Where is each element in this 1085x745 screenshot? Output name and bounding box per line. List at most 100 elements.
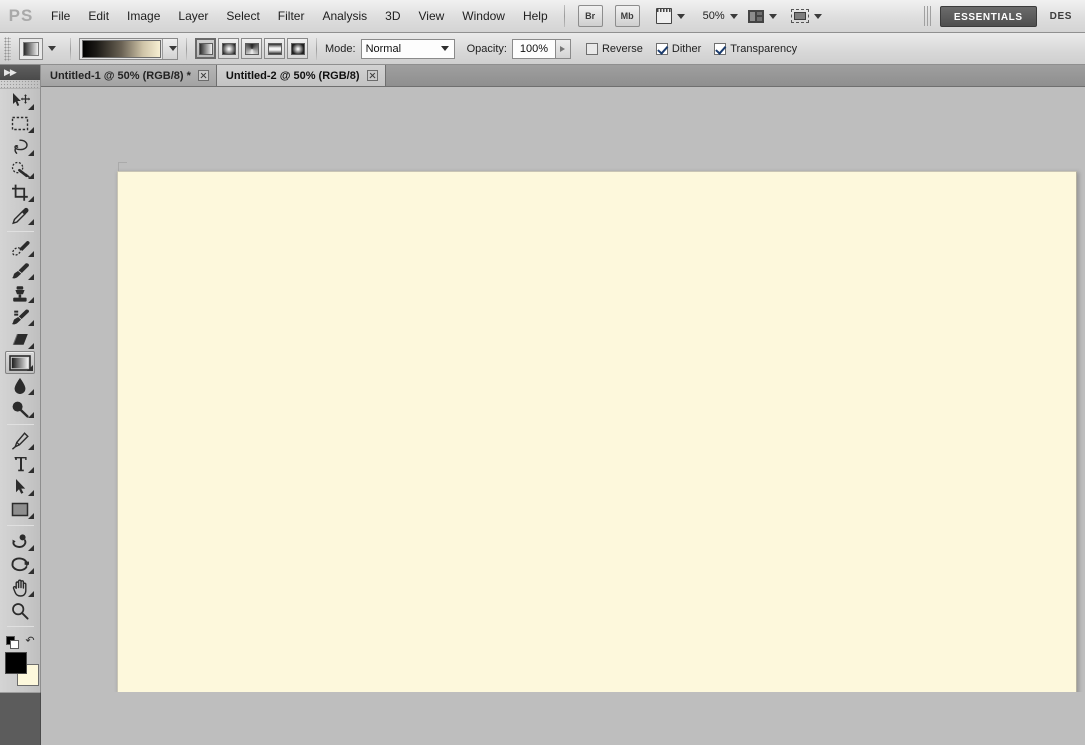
radial-gradient-button[interactable] — [218, 38, 239, 59]
chevron-down-icon — [168, 46, 177, 51]
angle-gradient-button[interactable] — [241, 38, 262, 59]
dither-checkbox-box — [655, 42, 668, 55]
menu-select[interactable]: Select — [217, 0, 268, 33]
3d-orbit-tool[interactable] — [5, 553, 35, 576]
blur-tool[interactable] — [5, 374, 35, 397]
dither-checkbox[interactable]: Dither — [655, 42, 702, 55]
arrange-documents-button[interactable] — [746, 4, 779, 28]
document-tab-label: Untitled-2 @ 50% (RGB/8) — [225, 69, 360, 82]
screen-mode-icon — [790, 9, 809, 23]
color-shortcut-row: ↶ — [0, 633, 41, 649]
reverse-checkbox-box — [585, 42, 598, 55]
crop-tool[interactable] — [5, 181, 35, 204]
menu-3d[interactable]: 3D — [376, 0, 409, 33]
zoom-level-value[interactable]: 50% — [703, 10, 725, 22]
document-workspace[interactable] — [41, 87, 1085, 745]
reflected-gradient-button[interactable] — [264, 38, 285, 59]
document-tab-untitled-2[interactable]: Untitled-2 @ 50% (RGB/8) — [216, 65, 386, 86]
move-tool[interactable] — [5, 89, 35, 112]
blend-mode-label: Mode: — [325, 42, 356, 55]
quick-selection-tool[interactable] — [5, 158, 35, 181]
reverse-checkbox[interactable]: Reverse — [585, 42, 643, 55]
blend-mode-select[interactable]: Normal — [360, 38, 455, 59]
diamond-gradient-icon — [290, 42, 305, 55]
close-icon[interactable] — [366, 70, 378, 81]
brush-tool[interactable] — [5, 259, 35, 282]
menu-analysis[interactable]: Analysis — [313, 0, 376, 33]
rectangular-marquee-tool[interactable] — [5, 112, 35, 135]
workspace-design[interactable]: DES — [1037, 6, 1085, 27]
gradient-picker-button[interactable] — [162, 38, 177, 59]
workspace-bottom-strip — [41, 692, 1085, 745]
options-bar: Mode: Normal Opacity: 100% Reverse Dithe… — [0, 33, 1085, 65]
opacity-label: Opacity: — [466, 42, 507, 55]
gradient-options-checkboxes: Reverse Dither Transparency — [585, 42, 797, 55]
film-strip-icon — [655, 8, 672, 24]
photoshop-window: PS File Edit Image Layer Select Filter A… — [0, 0, 1085, 745]
arrange-documents-icon — [747, 9, 764, 23]
document-tab-label: Untitled-1 @ 50% (RGB/8) * — [50, 69, 191, 82]
dodge-tool[interactable] — [5, 397, 35, 420]
launch-bridge-button[interactable]: Br — [577, 5, 603, 27]
menu-file[interactable]: File — [42, 0, 79, 33]
eraser-tool[interactable] — [5, 328, 35, 351]
diamond-gradient-button[interactable] — [287, 38, 308, 59]
workspace-essentials[interactable]: ESSENTIALS — [939, 5, 1037, 27]
zoom-chevron-down-icon[interactable] — [729, 13, 738, 19]
double-chevron-right-icon[interactable]: ▶▶ — [4, 68, 17, 77]
clone-stamp-tool[interactable] — [5, 282, 35, 305]
screen-mode-button[interactable] — [789, 4, 824, 28]
tool-preset-chevron-down-icon[interactable] — [48, 46, 56, 51]
rectangle-shape-tool[interactable] — [5, 498, 35, 521]
launch-mini-bridge-button[interactable]: Mb — [614, 5, 640, 27]
menu-edit[interactable]: Edit — [79, 0, 118, 33]
close-icon[interactable] — [197, 70, 209, 81]
history-brush-tool[interactable] — [5, 305, 35, 328]
reflected-gradient-icon — [267, 42, 282, 55]
dither-label: Dither — [671, 42, 702, 55]
menu-window[interactable]: Window — [453, 0, 514, 33]
menu-bar: PS File Edit Image Layer Select Filter A… — [0, 0, 1085, 33]
pen-tool[interactable] — [5, 429, 35, 452]
menu-help[interactable]: Help — [514, 0, 557, 33]
linear-gradient-icon — [198, 42, 213, 55]
document-tab-bar: Untitled-1 @ 50% (RGB/8) * Untitled-2 @ … — [41, 65, 1085, 87]
horizontal-type-tool[interactable] — [5, 452, 35, 475]
eyedropper-tool[interactable] — [5, 204, 35, 227]
gradient-tool[interactable] — [5, 351, 35, 374]
linear-gradient-button[interactable] — [195, 38, 216, 59]
menu-view[interactable]: View — [409, 0, 453, 33]
document-canvas[interactable] — [117, 162, 1077, 712]
tools-divider — [6, 525, 34, 526]
options-bar-drag-handle[interactable] — [4, 36, 11, 61]
lasso-tool[interactable] — [5, 135, 35, 158]
workspace-drag-handle[interactable] — [923, 6, 933, 26]
default-colors-icon[interactable] — [6, 635, 20, 649]
options-separator — [186, 37, 187, 60]
chevron-down-icon — [440, 46, 449, 51]
tools-panel: ▶▶ ↶ — [0, 65, 41, 711]
opacity-stepper[interactable] — [555, 38, 571, 59]
menu-image[interactable]: Image — [118, 0, 169, 33]
zoom-tool[interactable] — [5, 599, 35, 622]
opacity-input[interactable]: 100% — [511, 38, 556, 59]
foreground-color-swatch[interactable] — [5, 652, 27, 674]
hand-tool[interactable] — [5, 576, 35, 599]
swap-colors-icon[interactable]: ↶ — [25, 635, 34, 647]
tools-divider — [6, 626, 34, 627]
gradient-preview-picker[interactable] — [79, 37, 178, 60]
workspace-switcher: ESSENTIALS DES — [923, 0, 1085, 33]
chevron-down-icon — [676, 13, 685, 19]
transparency-checkbox[interactable]: Transparency — [714, 42, 797, 55]
document-tab-untitled-1[interactable]: Untitled-1 @ 50% (RGB/8) * — [41, 65, 217, 86]
view-extras-button[interactable] — [654, 4, 687, 28]
menu-layer[interactable]: Layer — [169, 0, 217, 33]
tools-panel-drag-handle[interactable] — [0, 80, 40, 89]
gradient-preview-swatch[interactable] — [82, 39, 161, 58]
gradient-type-group — [195, 38, 308, 59]
tool-preset-picker[interactable] — [19, 37, 43, 60]
3d-object-rotate-tool[interactable] — [5, 530, 35, 553]
menu-filter[interactable]: Filter — [269, 0, 314, 33]
spot-healing-brush-tool[interactable] — [5, 236, 35, 259]
path-selection-tool[interactable] — [5, 475, 35, 498]
